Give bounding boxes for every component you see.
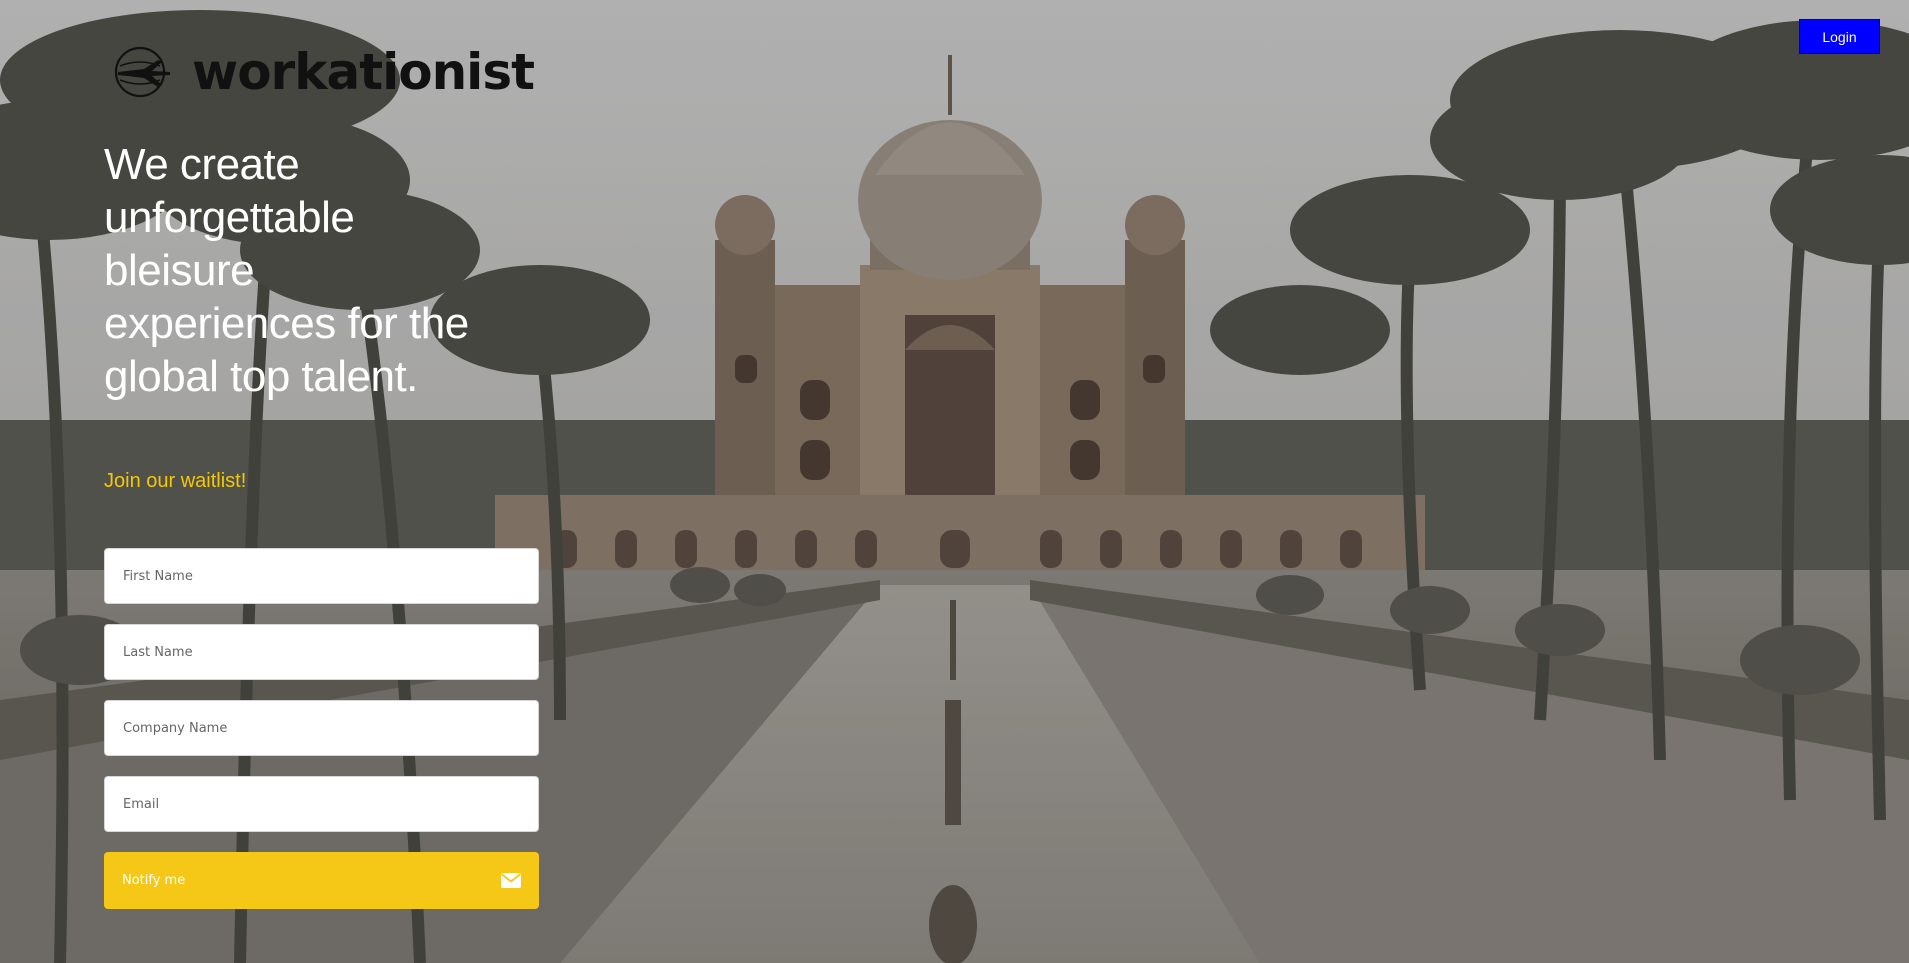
first-name-input[interactable] (104, 548, 539, 604)
waitlist-label: Join our waitlist! (104, 470, 247, 492)
brand-logo: workationist (112, 42, 535, 102)
notify-me-label: Notify me (122, 873, 186, 888)
email-input[interactable] (104, 776, 539, 832)
company-name-input[interactable] (104, 700, 539, 756)
login-button[interactable]: Login (1799, 19, 1880, 54)
airplane-globe-icon (114, 46, 170, 98)
notify-me-button[interactable]: Notify me (104, 852, 539, 909)
brand-name: workationist (192, 43, 535, 101)
last-name-input[interactable] (104, 624, 539, 680)
envelope-icon (501, 873, 521, 888)
hero-headline: We create unforgettable bleisure experie… (104, 140, 469, 401)
